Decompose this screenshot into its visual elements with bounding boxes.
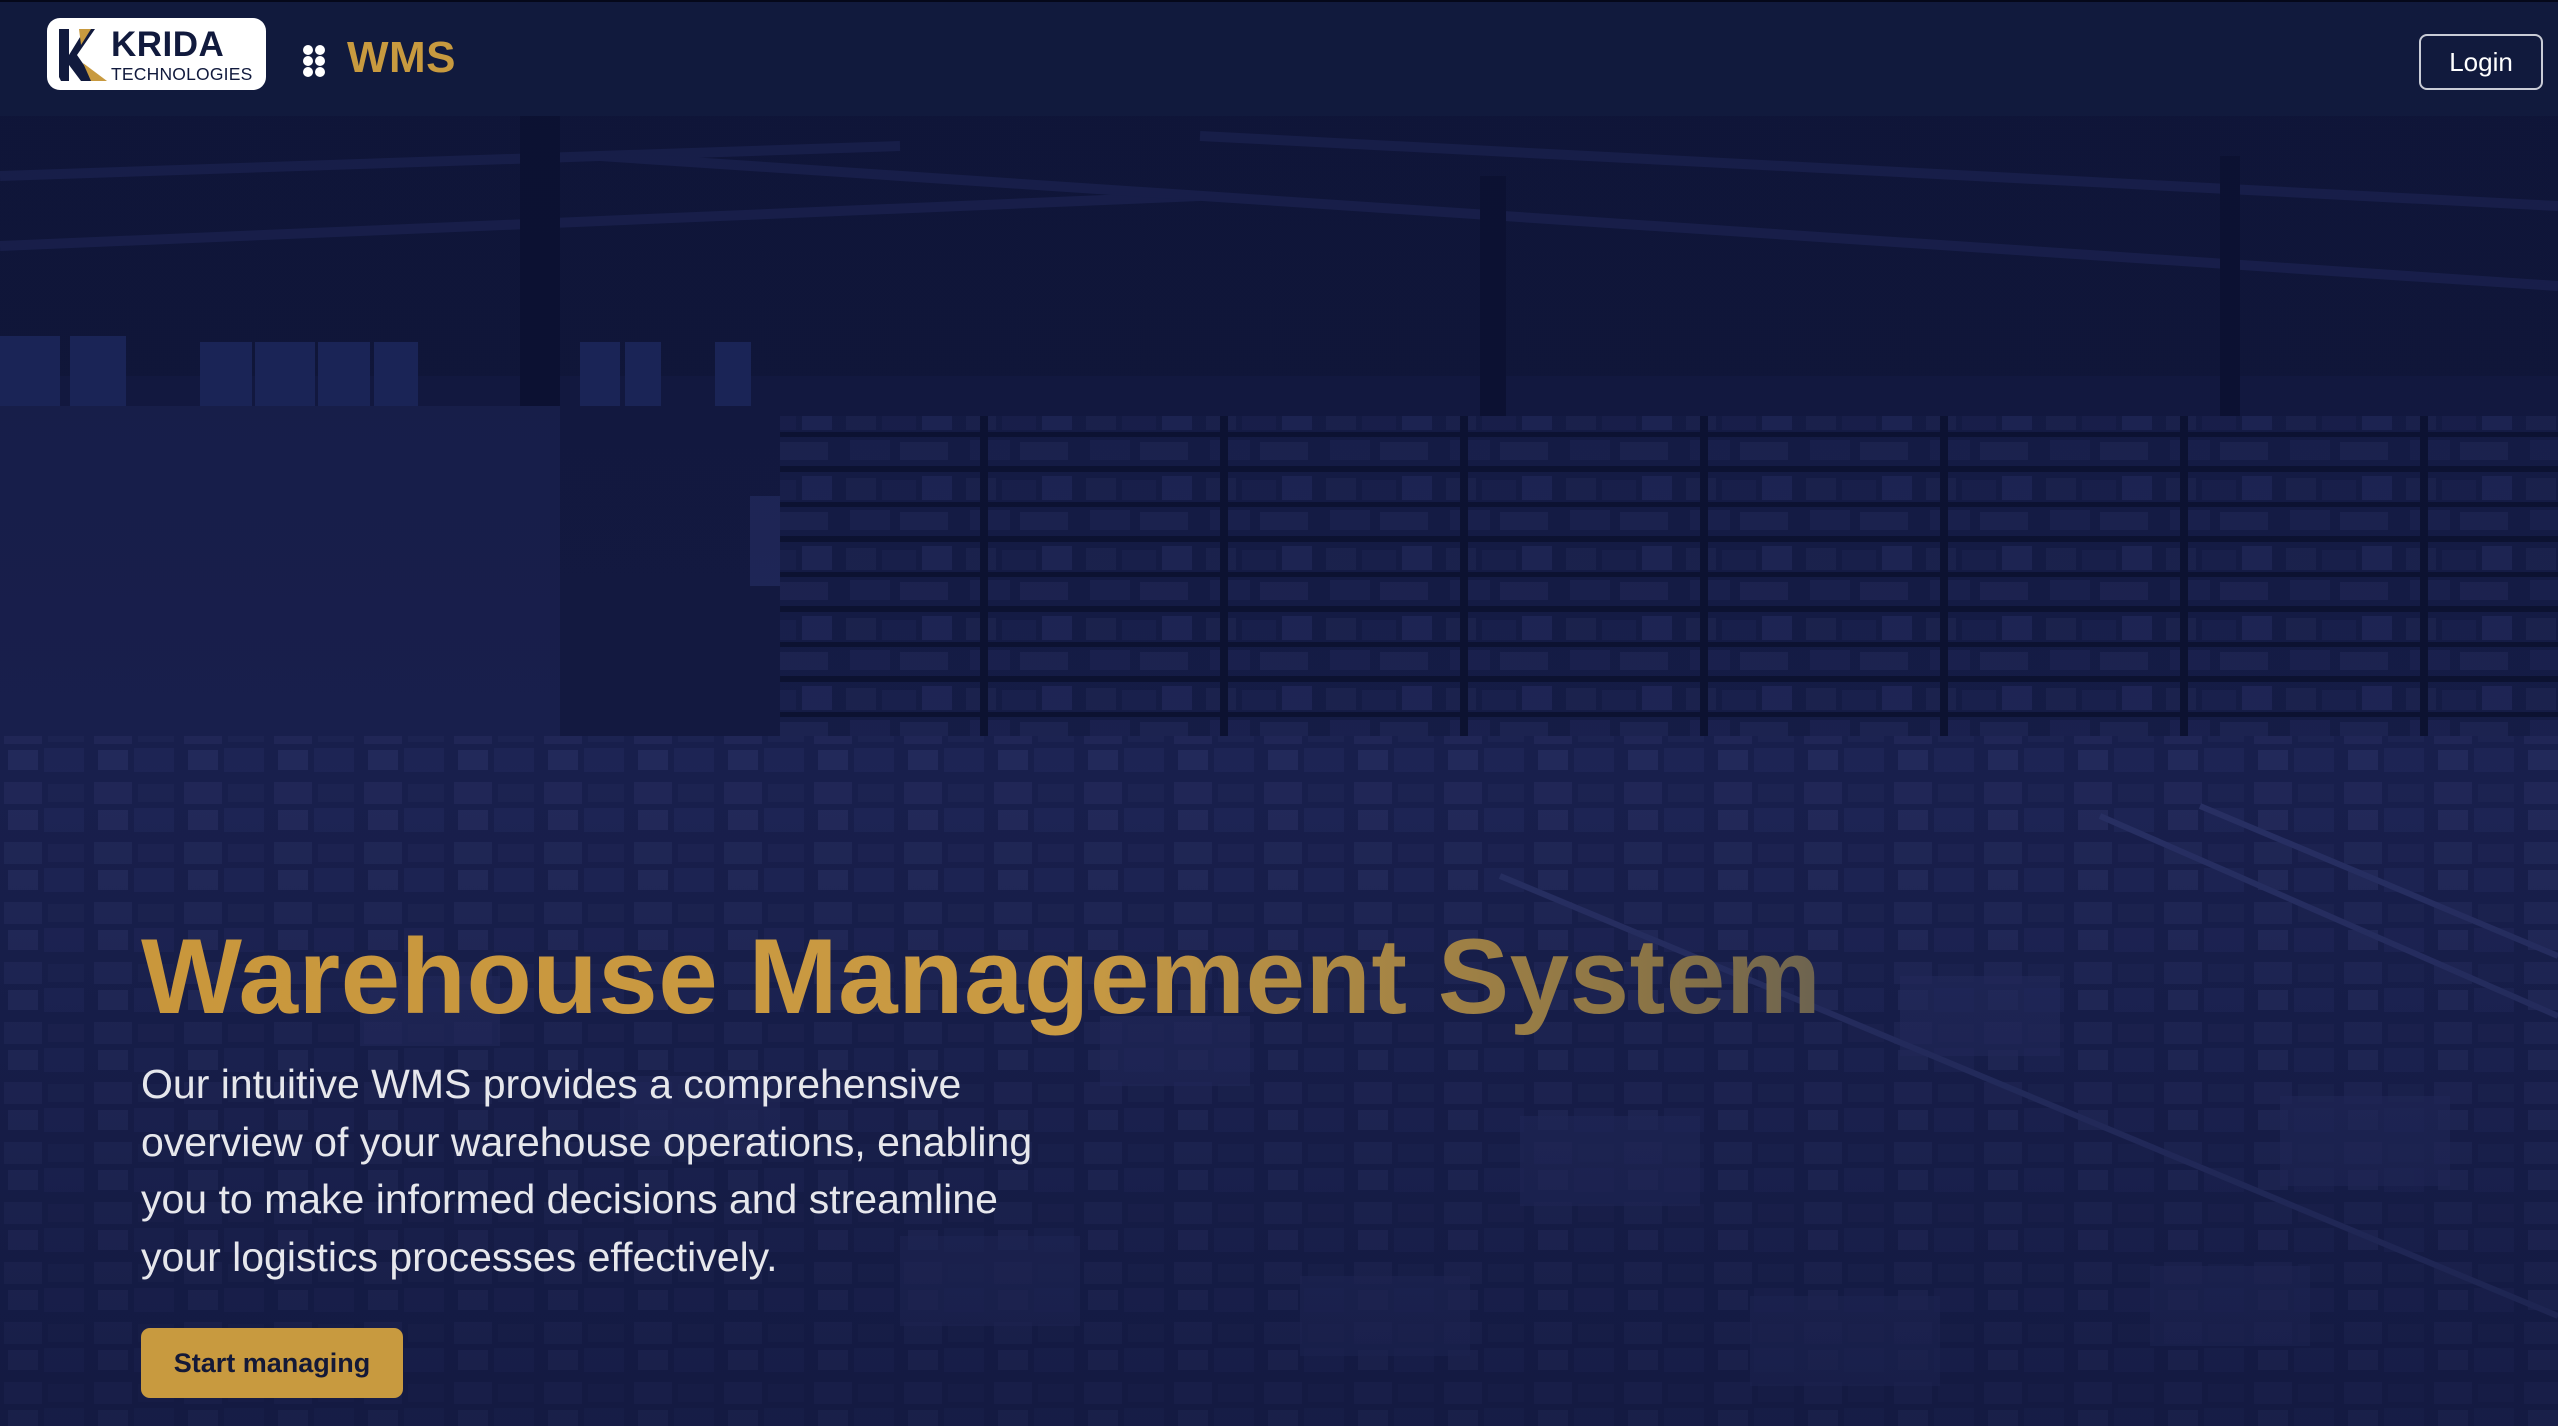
logo-text-technologies: TECHNOLOGIES xyxy=(111,64,253,84)
start-managing-button[interactable]: Start managing xyxy=(141,1328,403,1398)
hero-section: Warehouse Management System Our intuitiv… xyxy=(0,116,2558,1426)
top-navbar: KRIDA TECHNOLOGIES WMS Login xyxy=(0,0,2558,116)
hero-description: Our intuitive WMS provides a comprehensi… xyxy=(141,1061,1033,1280)
app-name[interactable]: WMS xyxy=(347,32,456,84)
krida-logo[interactable]: KRIDA TECHNOLOGIES xyxy=(47,18,266,90)
krida-logo-mark-icon xyxy=(59,29,107,81)
logo-text-krida: KRIDA xyxy=(111,25,225,64)
login-button[interactable]: Login xyxy=(2419,34,2543,90)
hero-title: Warehouse Management System xyxy=(141,916,1822,1036)
grid-dots-icon[interactable] xyxy=(302,44,326,78)
